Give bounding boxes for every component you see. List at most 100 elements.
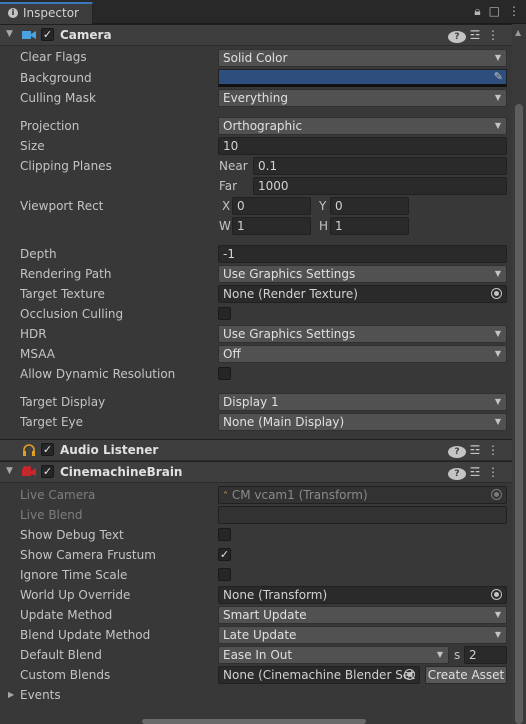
occlusion-culling-checkbox[interactable] <box>218 307 231 320</box>
culling-mask-label: Culling Mask <box>20 91 96 105</box>
clear-flags-dropdown[interactable]: Solid Color ▼ <box>218 49 507 67</box>
show-debug-text-checkbox[interactable] <box>218 528 231 541</box>
audio-listener-title: Audio Listener <box>60 443 159 457</box>
projection-value: Orthographic <box>223 119 303 133</box>
msaa-dropdown[interactable]: Off ▼ <box>218 345 507 363</box>
events-foldout-label[interactable]: Events <box>20 688 61 702</box>
target-texture-value: None (Render Texture) <box>223 287 358 301</box>
resize-handle[interactable] <box>142 719 366 724</box>
live-blend-field <box>218 506 507 524</box>
inspector-tab[interactable]: i Inspector <box>0 2 93 24</box>
scrollbar-thumb[interactable] <box>515 104 523 724</box>
maximize-icon[interactable]: □ <box>489 4 500 18</box>
viewport-h-input[interactable]: 1 <box>330 217 409 235</box>
target-eye-value: None (Main Display) <box>223 415 345 429</box>
context-menu-icon[interactable]: ⋮ <box>484 28 502 42</box>
hdr-dropdown[interactable]: Use Graphics Settings ▼ <box>218 325 507 343</box>
presets-icon[interactable]: ☲ <box>466 465 484 479</box>
hdr-label: HDR <box>20 327 47 341</box>
viewport-w-label: W <box>219 219 231 233</box>
lock-icon[interactable]: 🔒︎ <box>474 4 480 18</box>
ignore-time-scale-checkbox[interactable] <box>218 568 231 581</box>
vcam-icon: ˄ <box>223 491 228 502</box>
help-icon[interactable]: ? <box>448 28 466 43</box>
custom-blends-value: None (Cinemachine Blender Set <box>223 668 415 682</box>
camera-component-header[interactable]: ▼ ✓ Camera ? ☲ ⋮ <box>0 24 512 46</box>
near-input[interactable]: 0.1 <box>253 157 507 175</box>
target-eye-label: Target Eye <box>20 415 84 429</box>
culling-mask-value: Everything <box>223 91 288 105</box>
default-blend-dropdown[interactable]: Ease In Out ▼ <box>218 646 449 664</box>
object-picker-icon[interactable] <box>491 288 502 299</box>
audio-listener-header[interactable]: ✓ Audio Listener ? ☲ ⋮ <box>0 439 512 461</box>
depth-label: Depth <box>20 247 57 261</box>
show-debug-text-label: Show Debug Text <box>20 528 124 542</box>
target-eye-dropdown[interactable]: None (Main Display) ▼ <box>218 413 507 431</box>
projection-label: Projection <box>20 119 80 133</box>
object-picker-icon <box>491 489 502 500</box>
dynamic-resolution-checkbox[interactable] <box>218 367 231 380</box>
object-picker-icon[interactable] <box>404 669 415 680</box>
viewport-y-input[interactable]: 0 <box>330 197 409 215</box>
viewport-x-input[interactable]: 0 <box>232 197 311 215</box>
blend-update-method-dropdown[interactable]: Late Update ▼ <box>218 626 507 644</box>
camera-title: Camera <box>60 28 112 42</box>
far-input[interactable]: 1000 <box>253 177 507 195</box>
culling-mask-dropdown[interactable]: Everything ▼ <box>218 89 507 107</box>
viewport-x-label: X <box>222 199 231 213</box>
dropdown-arrow-icon: ▼ <box>494 349 501 358</box>
msaa-label: MSAA <box>20 347 55 361</box>
eyedropper-icon[interactable]: ✎ <box>494 70 503 83</box>
help-icon[interactable]: ? <box>448 443 466 458</box>
size-input[interactable]: 10 <box>218 137 507 155</box>
world-up-override-field[interactable]: None (Transform) <box>218 586 507 604</box>
events-foldout-arrow-icon[interactable]: ▶ <box>8 690 14 699</box>
background-color-field[interactable]: ✎ <box>218 69 507 87</box>
update-method-dropdown[interactable]: Smart Update ▼ <box>218 606 507 624</box>
custom-blends-field[interactable]: None (Cinemachine Blender Set <box>218 666 420 684</box>
create-asset-button[interactable]: Create Asset <box>425 666 507 684</box>
cinemachine-brain-title: CinemachineBrain <box>60 465 183 479</box>
dynamic-resolution-label: Allow Dynamic Resolution <box>20 367 176 381</box>
viewport-w-input[interactable]: 1 <box>232 217 311 235</box>
audio-listener-enabled-checkbox[interactable]: ✓ <box>41 443 54 456</box>
clear-flags-label: Clear Flags <box>20 50 87 64</box>
cinemachine-brain-enabled-checkbox[interactable]: ✓ <box>41 465 54 478</box>
cinemachine-brain-header[interactable]: ▼ ✓ CinemachineBrain ? ☲ ⋮ <box>0 461 512 483</box>
context-menu-icon[interactable]: ⋮ <box>484 443 502 457</box>
foldout-arrow-icon[interactable]: ▼ <box>6 466 13 476</box>
occlusion-culling-label: Occlusion Culling <box>20 307 124 321</box>
live-blend-label: Live Blend <box>20 508 83 522</box>
vertical-scrollbar[interactable]: ▲ <box>512 24 526 724</box>
clear-flags-value: Solid Color <box>223 51 288 65</box>
dropdown-arrow-icon: ▼ <box>494 610 501 619</box>
context-menu-icon[interactable]: ⋮ <box>484 465 502 479</box>
scroll-up-arrow-icon[interactable]: ▲ <box>515 28 521 37</box>
blend-seconds-input[interactable]: 2 <box>464 646 507 664</box>
depth-input[interactable]: -1 <box>218 245 507 263</box>
camera-icon <box>22 31 36 39</box>
projection-dropdown[interactable]: Orthographic ▼ <box>218 117 507 135</box>
world-up-override-value: None (Transform) <box>223 588 328 602</box>
target-display-value: Display 1 <box>223 395 279 409</box>
viewport-rect-label: Viewport Rect <box>20 199 104 213</box>
help-icon[interactable]: ? <box>448 465 466 480</box>
foldout-arrow-icon[interactable]: ▼ <box>6 29 13 39</box>
menu-icon[interactable]: ⋮ <box>508 4 520 18</box>
presets-icon[interactable]: ☲ <box>466 443 484 457</box>
target-texture-field[interactable]: None (Render Texture) <box>218 285 507 303</box>
clipping-planes-label: Clipping Planes <box>20 159 112 173</box>
presets-icon[interactable]: ☲ <box>466 28 484 42</box>
size-label: Size <box>20 139 45 153</box>
msaa-value: Off <box>223 347 241 361</box>
target-display-dropdown[interactable]: Display 1 ▼ <box>218 393 507 411</box>
show-camera-frustum-checkbox[interactable]: ✓ <box>218 548 231 561</box>
blend-update-method-value: Late Update <box>223 628 297 642</box>
object-picker-icon[interactable] <box>491 589 502 600</box>
rendering-path-label: Rendering Path <box>20 267 112 281</box>
camera-enabled-checkbox[interactable]: ✓ <box>41 28 54 41</box>
rendering-path-dropdown[interactable]: Use Graphics Settings ▼ <box>218 265 507 283</box>
default-blend-label: Default Blend <box>20 648 102 662</box>
inspector-tab-label: Inspector <box>23 6 79 20</box>
show-camera-frustum-label: Show Camera Frustum <box>20 548 156 562</box>
